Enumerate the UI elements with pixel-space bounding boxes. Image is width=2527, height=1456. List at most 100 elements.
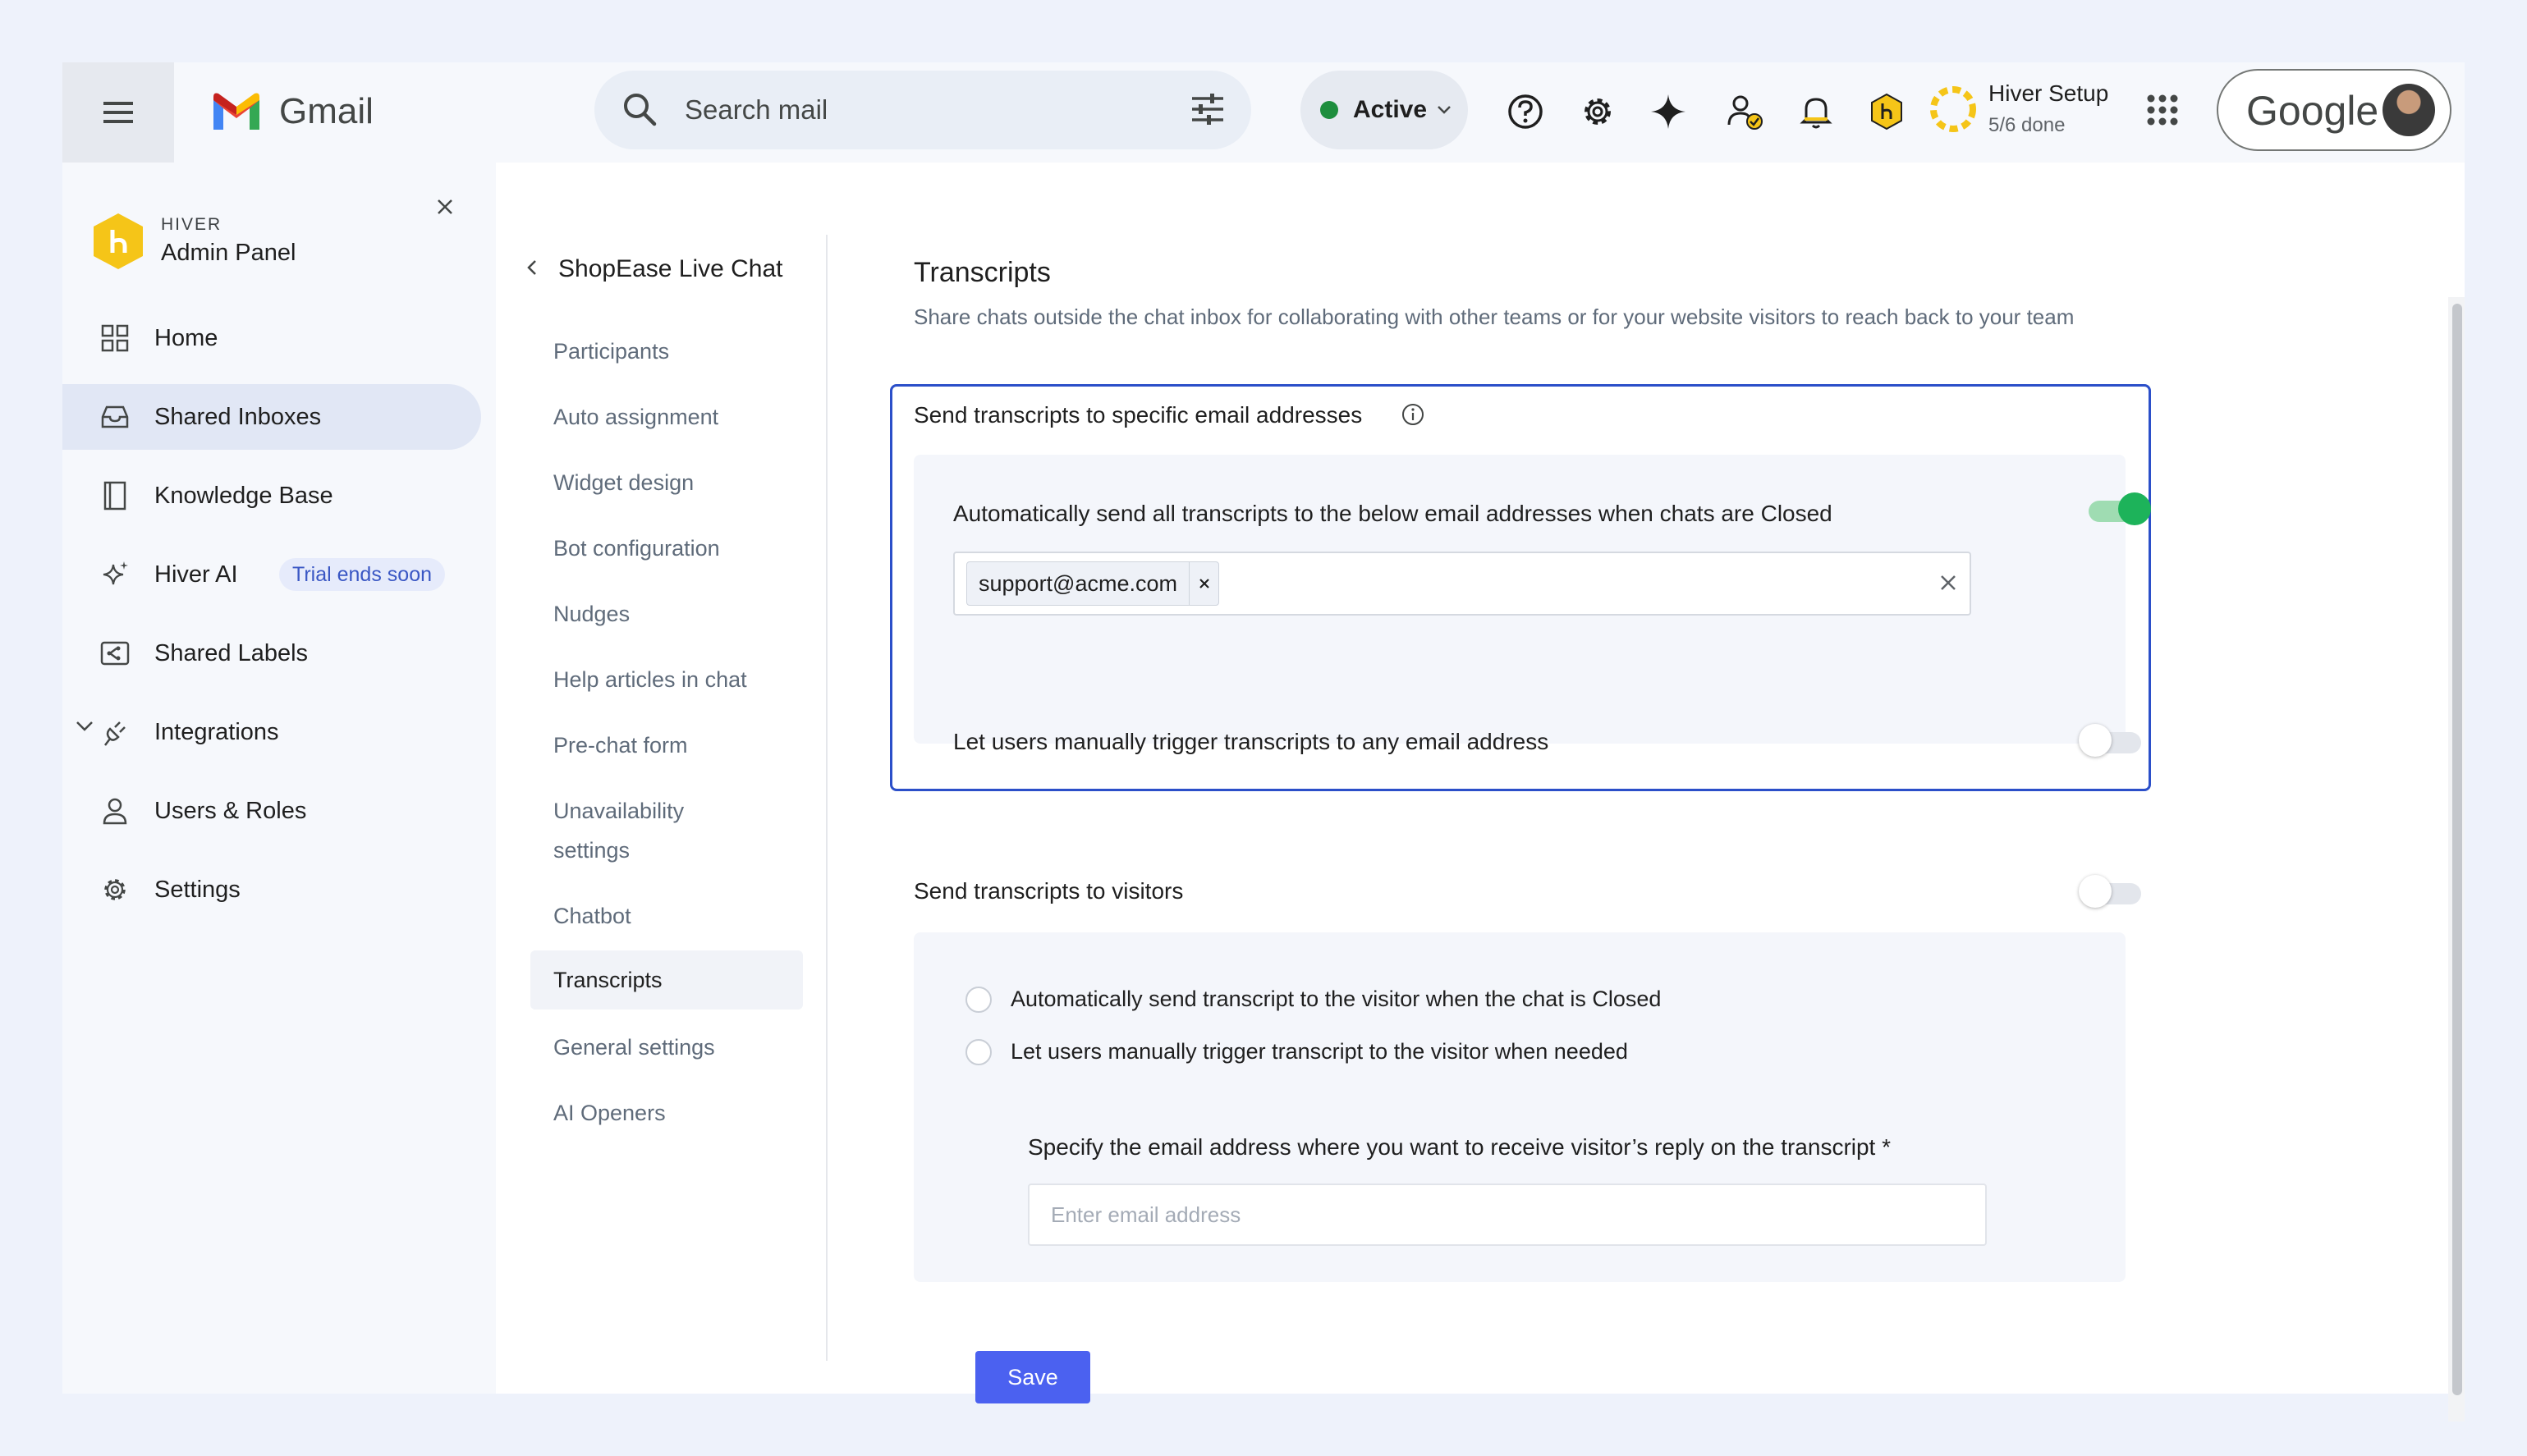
email-section-title: Send transcripts to specific email addre…	[914, 402, 1363, 428]
radio-auto-send-visitor[interactable]	[965, 987, 992, 1013]
subnav-item-bot-configuration[interactable]: Bot configuration	[530, 529, 803, 568]
status-label: Active	[1353, 96, 1428, 123]
auto-send-toggle[interactable]	[2085, 492, 2151, 525]
subnav-item-unavailability-line2[interactable]: settings	[530, 831, 803, 870]
sidebar-item-settings[interactable]: Settings	[62, 857, 481, 923]
grid-icon	[99, 322, 131, 355]
close-icon[interactable]	[435, 197, 455, 217]
gmail-logo-icon[interactable]	[210, 90, 263, 131]
email-chip: support@acme.com	[966, 561, 1219, 606]
admin-sidebar: HIVER Admin Panel Home Shared Inboxes Kn…	[62, 163, 496, 1394]
page-description: Share chats outside the chat inbox for c…	[914, 304, 2075, 329]
sidebar-item-knowledge-base[interactable]: Knowledge Base	[62, 463, 481, 529]
subnav-item-general-settings[interactable]: General settings	[530, 1028, 803, 1067]
sidebar-item-shared-inboxes[interactable]: Shared Inboxes	[62, 384, 481, 450]
setup-title[interactable]: Hiver Setup	[1988, 77, 2108, 110]
radio-manual-label[interactable]: Let users manually trigger transcript to…	[1011, 1036, 1628, 1067]
book-icon	[99, 479, 131, 512]
toggle-knob	[2079, 724, 2112, 757]
panel-title: Admin Panel	[161, 240, 296, 266]
toggle-knob	[2118, 492, 2151, 525]
trial-badge: Trial ends soon	[279, 558, 445, 591]
subnav-item-chatbot[interactable]: Chatbot	[530, 896, 803, 936]
avatar	[2383, 84, 2435, 136]
toggle-knob	[2079, 875, 2112, 908]
subnav-item-pre-chat-form[interactable]: Pre-chat form	[530, 726, 803, 765]
email-recipients-input[interactable]: support@acme.com	[953, 552, 1971, 616]
reply-email-field[interactable]	[1028, 1184, 1987, 1246]
setup-progress-ring-icon[interactable]	[1928, 84, 1979, 135]
settings-gear-icon[interactable]	[1576, 90, 1619, 133]
manual-trigger-label: Let users manually trigger transcripts t…	[953, 729, 1549, 754]
channel-title[interactable]: ShopEase Live Chat	[558, 253, 783, 286]
radio-manual-visitor[interactable]	[965, 1039, 992, 1065]
main-menu-button[interactable]	[62, 62, 174, 163]
active-status-dot	[1320, 101, 1338, 119]
remove-email-button[interactable]	[1189, 562, 1218, 605]
status-dropdown[interactable]: Active	[1300, 71, 1468, 149]
sidebar-item-home[interactable]: Home	[62, 305, 481, 371]
radio-auto-send-label[interactable]: Automatically send transcript to the vis…	[1011, 983, 1661, 1014]
sidebar-item-label: Shared Labels	[154, 640, 309, 666]
email-chip-text: support@acme.com	[979, 570, 1177, 596]
manual-trigger-toggle[interactable]	[2079, 724, 2144, 757]
setup-progress: 5/6 done	[1988, 114, 2066, 136]
sparkle-icon	[99, 558, 131, 591]
help-icon[interactable]	[1504, 90, 1547, 133]
sidebar-item-integrations[interactable]: Integrations	[62, 699, 481, 765]
chevron-down-icon[interactable]	[76, 721, 94, 732]
chevron-down-icon	[1438, 106, 1451, 114]
divider	[826, 235, 828, 1361]
visitor-transcripts-toggle[interactable]	[2079, 875, 2144, 908]
user-status-icon[interactable]	[1724, 90, 1767, 133]
hiver-icon[interactable]	[1865, 90, 1908, 133]
bell-icon[interactable]	[1795, 90, 1837, 133]
sparkle-icon[interactable]	[1647, 90, 1690, 133]
subnav-item-help-articles[interactable]: Help articles in chat	[530, 660, 803, 699]
sidebar-item-hiver-ai[interactable]: Hiver AI Trial ends soon	[62, 542, 481, 607]
hiver-logo-icon	[94, 213, 143, 269]
search-input[interactable]: Search mail	[685, 90, 828, 130]
sidebar-item-label: Knowledge Base	[154, 483, 333, 509]
visitor-section-title: Send transcripts to visitors	[914, 878, 1184, 904]
sidebar-item-shared-labels[interactable]: Shared Labels	[62, 620, 481, 686]
subnav-item-widget-design[interactable]: Widget design	[530, 463, 803, 502]
info-icon[interactable]	[1401, 402, 1425, 427]
subnav-item-participants[interactable]: Participants	[530, 332, 803, 371]
apps-grid-icon[interactable]	[2146, 94, 2179, 126]
brand-small-label: HIVER	[161, 215, 222, 234]
page-title: Transcripts	[914, 257, 1051, 288]
subnav-item-unavailability[interactable]: Unavailability	[530, 791, 803, 831]
chevron-left-icon[interactable]	[525, 259, 539, 276]
label-icon	[99, 637, 131, 670]
sidebar-item-label: Users & Roles	[154, 798, 307, 824]
clear-all-icon[interactable]	[1938, 573, 1958, 593]
subnav-item-transcripts[interactable]: Transcripts	[530, 950, 803, 1010]
sidebar-item-users-roles[interactable]: Users & Roles	[62, 778, 481, 844]
search-options-icon[interactable]	[1189, 90, 1227, 128]
reply-email-label: Specify the email address where you want…	[1028, 1134, 1892, 1160]
scrollbar-thumb[interactable]	[2452, 304, 2462, 1395]
inbox-icon	[99, 401, 131, 433]
search-icon[interactable]	[621, 90, 658, 128]
subnav-item-ai-openers[interactable]: AI Openers	[530, 1093, 803, 1133]
sidebar-item-label: Shared Inboxes	[154, 404, 322, 430]
app-name: Gmail	[279, 91, 374, 131]
search-bar[interactable]: Search mail	[594, 71, 1251, 149]
sidebar-item-label: Settings	[154, 877, 241, 903]
google-account-button[interactable]: Google	[2217, 69, 2451, 151]
top-bar: Gmail Search mail Active Hiver Setup 5/6…	[62, 62, 2465, 163]
sidebar-item-label: Integrations	[154, 719, 279, 745]
plug-icon	[99, 716, 131, 749]
google-logo-text: Google	[2246, 88, 2379, 134]
app-window: Gmail Search mail Active Hiver Setup 5/6…	[62, 62, 2465, 1422]
close-icon	[1199, 579, 1209, 588]
subnav-item-nudges[interactable]: Nudges	[530, 594, 803, 634]
sidebar-item-label: Hiver AI	[154, 561, 238, 588]
subnav-item-auto-assignment[interactable]: Auto assignment	[530, 397, 803, 437]
hamburger-icon	[103, 102, 133, 123]
auto-send-label: Automatically send all transcripts to th…	[953, 501, 1832, 526]
save-button[interactable]: Save	[975, 1351, 1090, 1403]
gear-icon	[99, 873, 131, 906]
sidebar-item-label: Home	[154, 325, 218, 351]
